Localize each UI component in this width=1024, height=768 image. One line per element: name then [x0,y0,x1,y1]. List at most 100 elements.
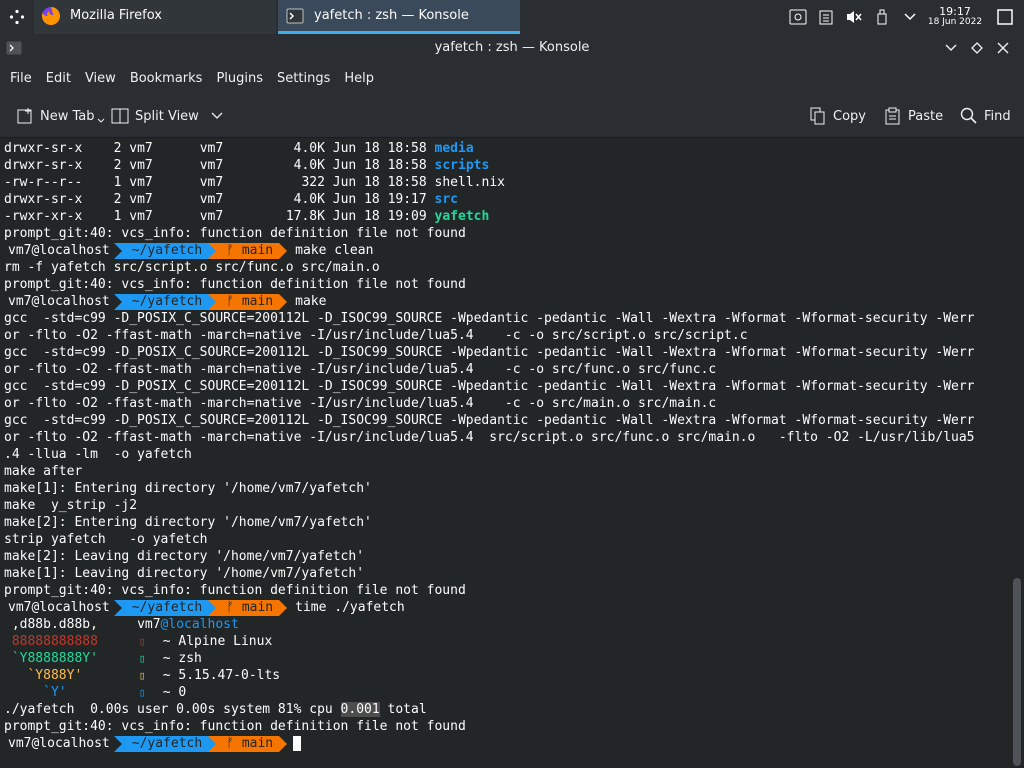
terminal-line: prompt_git:40: vcs_info: function defini… [4,226,466,241]
konsole-icon [284,5,306,27]
ls-row: -rw-r--r-- 1 vm7 vm7 322 Jun 18 18:58 sh… [4,175,505,190]
maximize-button[interactable] [964,38,990,58]
copy-icon [810,107,825,125]
terminal-line: gcc -std=c99 -D_POSIX_C_SOURCE=200112L -… [4,413,975,428]
prompt-git-branch: ᚠ main [216,293,280,310]
chevron-down-icon[interactable] [896,0,924,34]
prompt-git-branch: ᚠ main [216,599,280,616]
app-launcher-button[interactable] [0,0,34,34]
menu-settings[interactable]: Settings [270,71,337,86]
new-tab-label: New Tab [40,108,95,124]
terminal-line: or -flto -O2 -ffast-math -march=native -… [4,396,717,411]
menu-file[interactable]: File [3,71,39,86]
paste-label: Paste [908,108,944,124]
terminal-line: make[2]: Leaving directory '/home/vm7/ya… [4,549,365,564]
split-view-button[interactable]: Split View [111,105,229,127]
prompt-path: ~/yafetch [121,242,209,259]
terminal-line: ./yafetch 0.00s user 0.00s system 81% cp… [4,702,427,717]
ls-row: drwxr-sr-x 2 vm7 vm7 4.0K Jun 18 18:58 s… [4,158,490,173]
clock-date: 18 Jun 2022 [927,17,983,27]
terminal-line: make y_strip -j2 [4,498,138,513]
toolbar: New Tab Split View Copy Paste Find [0,93,1024,138]
terminal-view[interactable]: drwxr-sr-x 2 vm7 vm7 4.0K Jun 18 18:58 m… [0,138,1010,768]
text-cursor [293,736,302,751]
copy-button[interactable]: Copy [809,105,866,127]
fetch-line: `Y' ▯ ~ 0 [43,685,187,700]
prompt-line: vm7@localhost ~/yafetch ᚠ main time ./yafet… [4,599,1010,616]
prompt-git-branch: ᚠ main [216,242,280,259]
ls-row: -rwxr-xr-x 1 vm7 vm7 17.8K Jun 18 19:09 … [4,209,490,224]
shell-icon: ▯ [138,652,146,665]
fetch-logo: `Y8888888Y' [11,651,98,666]
terminal-line: gcc -std=c99 -D_POSIX_C_SOURCE=200112L -… [4,311,975,326]
terminal-line: rm -f yafetch src/script.o src/func.o sr… [4,260,380,275]
task-konsole-label: yafetch : zsh — Konsole [314,8,469,23]
split-view-icon [111,108,129,124]
fetch-line: 88888888888 ▯ ~ Alpine Linux [11,634,273,649]
find-button[interactable]: Find [960,105,1011,127]
minimize-button[interactable] [938,38,964,58]
terminal-line: prompt_git:40: vcs_info: function defini… [4,719,466,734]
menu-bar: File Edit View Bookmarks Plugins Setting… [0,63,1024,93]
prompt-git-branch: ᚠ main [216,735,280,752]
menu-edit[interactable]: Edit [39,71,78,86]
ls-row: drwxr-sr-x 2 vm7 vm7 4.0K Jun 18 18:58 m… [4,141,474,156]
menu-help[interactable]: Help [337,71,381,86]
terminal-line: prompt_git:40: vcs_info: function defini… [4,583,466,598]
new-tab-button[interactable]: New Tab [16,105,105,127]
terminal-line: or -flto -O2 -ffast-math -march=native -… [4,430,975,445]
fetch-line: `Y8888888Y' ▯ ~ zsh [11,651,202,666]
usb-device-icon[interactable] [868,0,896,34]
prompt-user: vm7@localhost [4,599,114,616]
fetch-line: ,d88b.d88b, vm7@localhost [4,616,1010,633]
volume-muted-icon[interactable] [840,0,868,34]
fetch-logo: 88888888888 [11,634,98,649]
prompt-line-active[interactable]: vm7@localhost ~/yafetch ᚠ main [4,735,1010,752]
split-view-label: Split View [135,108,199,124]
terminal-line: strip yafetch -o yafetch [4,532,208,547]
find-label: Find [984,108,1011,124]
screenshot-icon[interactable] [784,0,812,34]
terminal-line: make[1]: Entering directory '/home/vm7/y… [4,481,372,496]
chevron-down-small-icon [97,118,104,123]
task-firefox[interactable]: Mozilla Firefox [34,0,276,34]
menu-view[interactable]: View [78,71,123,86]
terminal-line: or -flto -O2 -ffast-math -march=native -… [4,362,717,377]
fetch-logo: `Y' [43,685,67,700]
clock[interactable]: 19:17 18 Jun 2022 [924,6,986,28]
terminal-line: make[1]: Leaving directory '/home/vm7/ya… [4,566,365,581]
scrollbar-thumb[interactable] [1013,578,1021,766]
clock-time: 19:17 [939,5,971,18]
window-title: yafetch : zsh — Konsole [434,40,590,55]
firefox-icon [40,5,62,27]
prompt-user: vm7@localhost [4,735,114,752]
new-tab-icon [17,108,32,124]
show-desktop-icon[interactable] [986,0,1024,34]
terminal-scrollbar[interactable] [1010,138,1024,768]
fetch-user: vm7 [137,617,161,632]
search-icon [960,107,977,124]
prompt-user: vm7@localhost [4,242,114,259]
prompt-user: vm7@localhost [4,293,114,310]
task-konsole[interactable]: yafetch : zsh — Konsole [278,0,520,34]
window-titlebar[interactable]: yafetch : zsh — Konsole [0,34,1024,63]
clipboard-icon[interactable] [812,0,840,34]
terminal-line: or -flto -O2 -ffast-math -march=native -… [4,328,748,343]
launcher-icon [9,9,25,25]
menu-plugins[interactable]: Plugins [209,71,270,86]
paste-button[interactable]: Paste [884,105,943,127]
terminal-line: prompt_git:40: vcs_info: function defini… [4,277,466,292]
close-button[interactable] [990,38,1016,58]
chevron-down-icon [211,112,223,119]
prompt-path: ~/yafetch [121,293,209,310]
prompt-line: vm7@localhost ~/yafetch ᚠ main make [4,293,1010,310]
paste-icon [885,107,900,125]
terminal-line: gcc -std=c99 -D_POSIX_C_SOURCE=200112L -… [4,379,975,394]
terminal-line: make after [4,464,83,479]
menu-bookmarks[interactable]: Bookmarks [123,71,210,86]
fetch-line: `Y888Y' ▯ ~ 5.15.47-0-lts [27,668,281,683]
fetch-logo: ,d88b.d88b, [11,617,98,632]
packages-icon: ▯ [138,686,146,699]
selected-text: 0.001 [340,702,380,717]
terminal-line: make[2]: Entering directory '/home/vm7/y… [4,515,372,530]
